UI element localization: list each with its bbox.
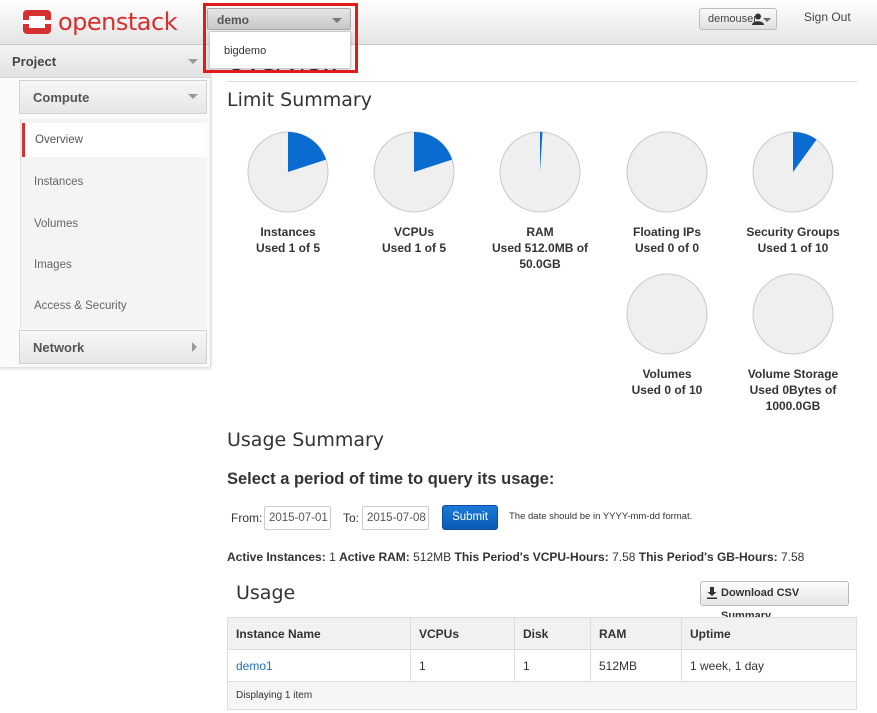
pie-chart [626, 131, 708, 213]
limit-pie-volumes: Volumes Used 0 of 10 [612, 273, 722, 398]
pie-chart [752, 131, 834, 213]
project-switcher-label: demo [217, 13, 250, 27]
sidebar-dashboard-header[interactable]: Project [0, 45, 210, 78]
table-cell: 1 week, 1 day [681, 649, 857, 682]
panel-group-label: Compute [33, 90, 90, 105]
table-footer-text: Displaying 1 item [227, 681, 857, 710]
limit-usage: Used 0 of 0 [634, 241, 700, 255]
limit-pie-floating-ips: Floating IPs Used 0 of 0 [612, 131, 722, 256]
table-cell: 1 [514, 649, 591, 682]
limit-pie-instances: Instances Used 1 of 5 [233, 131, 343, 256]
pie-chart [373, 131, 455, 213]
pie-background [752, 273, 834, 355]
brand-name: openstack [58, 8, 178, 36]
limit-usage: Used 0Bytes of 1000.0GB [749, 383, 837, 413]
project-switcher[interactable]: demo [207, 8, 351, 30]
pie-background [626, 131, 708, 213]
limit-pie-security-groups: Security Groups Used 1 of 10 [738, 131, 848, 256]
pie-chart [247, 131, 329, 213]
usage-table: Instance Name VCPUs Disk RAM Uptime demo… [227, 617, 857, 710]
project-dropdown-menu: bigdemo [209, 31, 351, 69]
sidebar-item-overview[interactable]: Overview [22, 123, 207, 157]
chevron-down-icon [188, 59, 198, 64]
column-header[interactable]: VCPUs [410, 617, 515, 650]
user-menu-button[interactable]: demouser [699, 8, 777, 30]
limit-name: RAM [526, 225, 554, 239]
limit-name: Security Groups [746, 225, 840, 239]
table-header-row: Instance Name VCPUs Disk RAM Uptime [227, 617, 857, 650]
panel-group-label: Network [33, 340, 85, 355]
stat-label: This Period's VCPU-Hours: [454, 550, 609, 564]
openstack-logo-icon [23, 10, 51, 34]
limit-pie-ram: RAM Used 512.0MB of 50.0GB [485, 131, 595, 272]
sidebar: Project Compute Overview Instances Volum… [0, 45, 211, 367]
sign-out-link[interactable]: Sign Out [804, 10, 851, 24]
chevron-down-icon [188, 94, 198, 99]
chevron-down-icon [763, 18, 771, 22]
limit-usage: Used 1 of 5 [381, 241, 447, 255]
stat-value: 7.58 [780, 550, 805, 564]
sidebar-item-access-security[interactable]: Access & Security [22, 289, 207, 323]
to-label: To: [343, 511, 360, 525]
submit-button[interactable]: Submit [442, 505, 498, 530]
table-row: demo1 1 1 512MB 1 week, 1 day [227, 649, 857, 682]
usage-summary-heading: Usage Summary [227, 429, 385, 451]
top-bar: openstack demouser Sign Out [0, 0, 877, 45]
download-icon [707, 587, 717, 599]
column-header[interactable]: Disk [514, 617, 591, 650]
pie-chart [752, 273, 834, 355]
panel-group-compute[interactable]: Compute [19, 80, 207, 114]
table-cell: 512MB [590, 649, 682, 682]
sidebar-item-instances[interactable]: Instances [22, 165, 207, 199]
instance-name-link[interactable]: demo1 [227, 649, 411, 682]
chevron-down-icon [332, 18, 342, 23]
column-header[interactable]: Uptime [681, 617, 857, 650]
to-date-input[interactable] [362, 506, 429, 530]
stat-value: 512MB [413, 550, 452, 564]
stat-label: Active RAM: [339, 550, 410, 564]
date-format-hint: The date should be in YYYY-mm-dd format. [509, 511, 693, 522]
openstack-logo[interactable]: openstack [22, 8, 178, 36]
pie-chart [626, 273, 708, 355]
period-form-title: Select a period of time to query its usa… [227, 470, 555, 488]
limit-summary-heading: Limit Summary [227, 89, 372, 111]
stat-value: 1 [329, 550, 336, 564]
limit-usage: Used 1 of 5 [255, 241, 321, 255]
limit-name: Floating IPs [632, 225, 701, 239]
panel-group-network[interactable]: Network [19, 330, 207, 364]
limit-name: Volumes [642, 367, 692, 381]
sidebar-item-volumes[interactable]: Volumes [22, 207, 207, 241]
sidebar-item-images[interactable]: Images [22, 248, 207, 282]
from-label: From: [231, 511, 263, 525]
chevron-right-icon [192, 342, 197, 352]
limit-pie-vcpus: VCPUs Used 1 of 5 [359, 131, 469, 256]
column-header[interactable]: Instance Name [227, 617, 411, 650]
table-footer-row: Displaying 1 item [227, 681, 857, 710]
limit-name: Instances [260, 225, 316, 239]
stat-value: 7.58 [612, 550, 636, 564]
pie-chart [499, 131, 581, 213]
divider [227, 81, 857, 82]
sidebar-dashboard-label: Project [12, 54, 57, 69]
limit-name: Volume Storage [747, 367, 839, 381]
column-header[interactable]: RAM [590, 617, 682, 650]
stat-label: Active Instances: [227, 550, 326, 564]
limit-pie-volume-storage: Volume Storage Used 0Bytes of 1000.0GB [738, 273, 848, 414]
limit-usage: Used 512.0MB of 50.0GB [491, 241, 589, 271]
pie-background [626, 273, 708, 355]
usage-stats: Active Instances: 1 Active RAM: 512MB Th… [227, 550, 804, 564]
project-option-bigdemo[interactable]: bigdemo [224, 45, 266, 57]
table-cell: 1 [410, 649, 515, 682]
username: demouser [708, 13, 757, 25]
from-date-input[interactable] [264, 506, 331, 530]
download-csv-button[interactable]: Download CSV Summary [700, 581, 849, 622]
limit-name: VCPUs [393, 225, 434, 239]
usage-heading: Usage [236, 582, 296, 604]
limit-usage: Used 1 of 10 [757, 241, 829, 255]
limit-usage: Used 0 of 10 [631, 383, 703, 397]
stat-label: This Period's GB-Hours: [638, 550, 778, 564]
